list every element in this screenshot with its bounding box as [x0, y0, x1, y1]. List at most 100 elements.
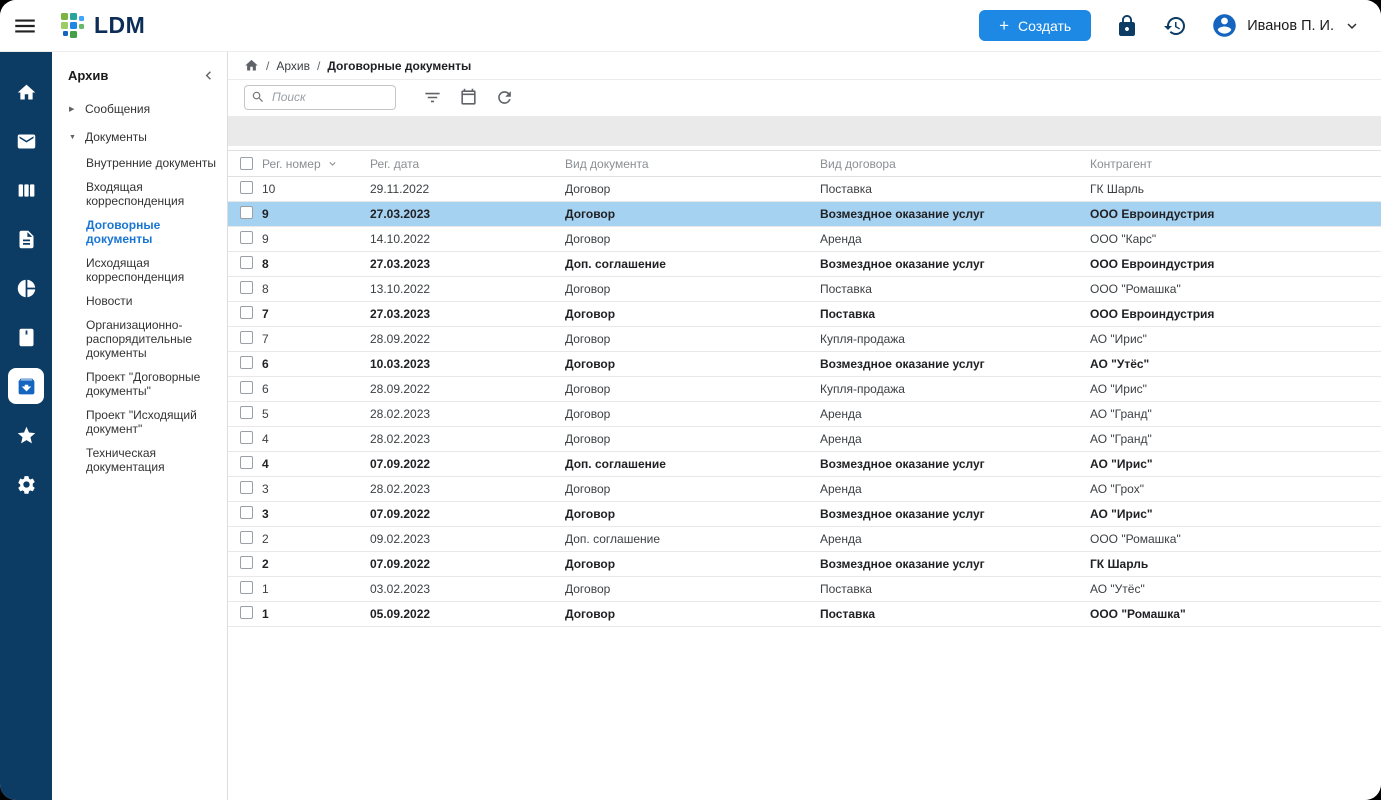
home-breadcrumb-icon[interactable]	[244, 58, 259, 73]
home-icon	[16, 82, 37, 103]
table-row[interactable]: 7 27.03.2023 Договор Поставка ООО Евроин…	[228, 302, 1381, 327]
tree-collapsed-icon[interactable]: ▶	[69, 105, 77, 113]
user-menu[interactable]: Иванов П. И.	[1211, 12, 1361, 39]
table-body: 10 29.11.2022 Договор Поставка ГК Шарль …	[228, 177, 1381, 627]
sidebar-item[interactable]: Внутренние документы	[52, 151, 227, 175]
cell-contractor: ООО "Ромашка"	[1090, 532, 1381, 546]
search-input[interactable]	[244, 85, 396, 110]
table-row[interactable]: 3 28.02.2023 Договор Аренда АО "Грох"	[228, 477, 1381, 502]
table-row[interactable]: 6 10.03.2023 Договор Возмездное оказание…	[228, 352, 1381, 377]
row-checkbox[interactable]	[240, 531, 253, 544]
search-box	[244, 85, 396, 110]
table-row[interactable]: 1 05.09.2022 Договор Поставка ООО "Ромаш…	[228, 602, 1381, 627]
table-row[interactable]: 5 28.02.2023 Договор Аренда АО "Гранд"	[228, 402, 1381, 427]
row-checkbox[interactable]	[240, 581, 253, 594]
cell-contractor: ООО Евроиндустрия	[1090, 307, 1381, 321]
table-row[interactable]: 1 03.02.2023 Договор Поставка АО "Утёс"	[228, 577, 1381, 602]
row-checkbox[interactable]	[240, 431, 253, 444]
sidebar-item[interactable]: Исходящая корреспонденция	[52, 251, 227, 289]
rail-item-archive[interactable]	[8, 368, 44, 404]
table-row[interactable]: 2 07.09.2022 Договор Возмездное оказание…	[228, 552, 1381, 577]
row-checkbox[interactable]	[240, 356, 253, 369]
column-header-reg-date[interactable]: Рег. дата	[370, 157, 565, 171]
sidebar-item[interactable]: Проект "Договорные документы"	[52, 365, 227, 403]
column-header-reg-number[interactable]: Рег. номер	[262, 157, 370, 171]
cell-doc-type: Договор	[565, 382, 820, 396]
cell-contractor: ООО "Карс"	[1090, 232, 1381, 246]
column-header-contractor[interactable]: Контрагент	[1090, 157, 1381, 171]
table-row[interactable]: 9 14.10.2022 Договор Аренда ООО "Карс"	[228, 227, 1381, 252]
create-button[interactable]: + Создать	[979, 10, 1091, 41]
cell-reg-number: 7	[262, 307, 370, 321]
row-checkbox[interactable]	[240, 456, 253, 469]
star-icon	[16, 425, 37, 446]
lock-icon[interactable]	[1115, 14, 1139, 38]
icon-rail	[0, 52, 52, 800]
table-row[interactable]: 9 27.03.2023 Договор Возмездное оказание…	[228, 202, 1381, 227]
cell-reg-date: 28.09.2022	[370, 382, 565, 396]
table-row[interactable]: 8 27.03.2023 Доп. соглашение Возмездное …	[228, 252, 1381, 277]
cell-doc-type: Договор	[565, 582, 820, 596]
column-header-doc-type[interactable]: Вид документа	[565, 157, 820, 171]
table-row[interactable]: 4 28.02.2023 Договор Аренда АО "Гранд"	[228, 427, 1381, 452]
table-row[interactable]: 2 09.02.2023 Доп. соглашение Аренда ООО …	[228, 527, 1381, 552]
collapse-sidebar-icon[interactable]	[200, 67, 217, 84]
row-checkbox[interactable]	[240, 606, 253, 619]
calendar-icon[interactable]	[459, 88, 478, 107]
table-row[interactable]: 4 07.09.2022 Доп. соглашение Возмездное …	[228, 452, 1381, 477]
filter-icon[interactable]	[423, 88, 442, 107]
row-checkbox[interactable]	[240, 406, 253, 419]
rail-item-mail[interactable]	[8, 123, 44, 159]
row-checkbox[interactable]	[240, 206, 253, 219]
rail-item-settings[interactable]	[8, 466, 44, 502]
sidebar-item[interactable]: Организационно-распорядительные документ…	[52, 313, 227, 365]
cell-reg-number: 6	[262, 357, 370, 371]
row-checkbox[interactable]	[240, 481, 253, 494]
rail-item-star[interactable]	[8, 417, 44, 453]
cell-reg-number: 1	[262, 607, 370, 621]
refresh-icon[interactable]	[495, 88, 514, 107]
row-checkbox[interactable]	[240, 331, 253, 344]
column-header-contract-type[interactable]: Вид договора	[820, 157, 1090, 171]
table-row[interactable]: 8 13.10.2022 Договор Поставка ООО "Ромаш…	[228, 277, 1381, 302]
table-row[interactable]: 3 07.09.2022 Договор Возмездное оказание…	[228, 502, 1381, 527]
breadcrumb-archive[interactable]: Архив	[276, 59, 310, 73]
row-checkbox[interactable]	[240, 256, 253, 269]
row-checkbox[interactable]	[240, 381, 253, 394]
history-icon[interactable]	[1163, 14, 1187, 38]
cell-contract-type: Возмездное оказание услуг	[820, 207, 1090, 221]
sort-icon[interactable]	[326, 157, 339, 170]
sidebar-item[interactable]: ▼Документы	[52, 123, 227, 151]
tree-expanded-icon[interactable]: ▼	[69, 134, 77, 141]
cell-contractor: АО "Ирис"	[1090, 457, 1381, 471]
sidebar-item[interactable]: Новости	[52, 289, 227, 313]
sidebar-item[interactable]: Техническая документация	[52, 441, 227, 479]
rail-item-home[interactable]	[8, 74, 44, 110]
table-row[interactable]: 7 28.09.2022 Договор Купля-продажа АО "И…	[228, 327, 1381, 352]
cell-doc-type: Доп. соглашение	[565, 457, 820, 471]
rail-item-book[interactable]	[8, 319, 44, 355]
row-checkbox[interactable]	[240, 306, 253, 319]
cell-contract-type: Поставка	[820, 607, 1090, 621]
row-checkbox[interactable]	[240, 181, 253, 194]
cell-reg-number: 10	[262, 182, 370, 196]
row-checkbox[interactable]	[240, 281, 253, 294]
rail-item-pie-chart[interactable]	[8, 270, 44, 306]
rail-item-kanban[interactable]	[8, 172, 44, 208]
row-checkbox[interactable]	[240, 506, 253, 519]
table-row[interactable]: 6 28.09.2022 Договор Купля-продажа АО "И…	[228, 377, 1381, 402]
cell-contractor: АО "Гранд"	[1090, 407, 1381, 421]
sidebar-item[interactable]: Договорные документы	[52, 213, 227, 251]
row-checkbox[interactable]	[240, 231, 253, 244]
select-all-checkbox[interactable]	[240, 157, 253, 170]
cell-reg-number: 2	[262, 557, 370, 571]
sidebar-item[interactable]: Проект "Исходящий документ"	[52, 403, 227, 441]
table-row[interactable]: 10 29.11.2022 Договор Поставка ГК Шарль	[228, 177, 1381, 202]
row-checkbox[interactable]	[240, 556, 253, 569]
sidebar-item-label: Исходящая корреспонденция	[86, 256, 184, 284]
sidebar-item[interactable]: ▶Сообщения	[52, 95, 227, 123]
hamburger-menu-button[interactable]	[12, 13, 38, 39]
sidebar-item[interactable]: Входящая корреспонденция	[52, 175, 227, 213]
sidebar-item-label: Входящая корреспонденция	[86, 180, 184, 208]
rail-item-document[interactable]	[8, 221, 44, 257]
